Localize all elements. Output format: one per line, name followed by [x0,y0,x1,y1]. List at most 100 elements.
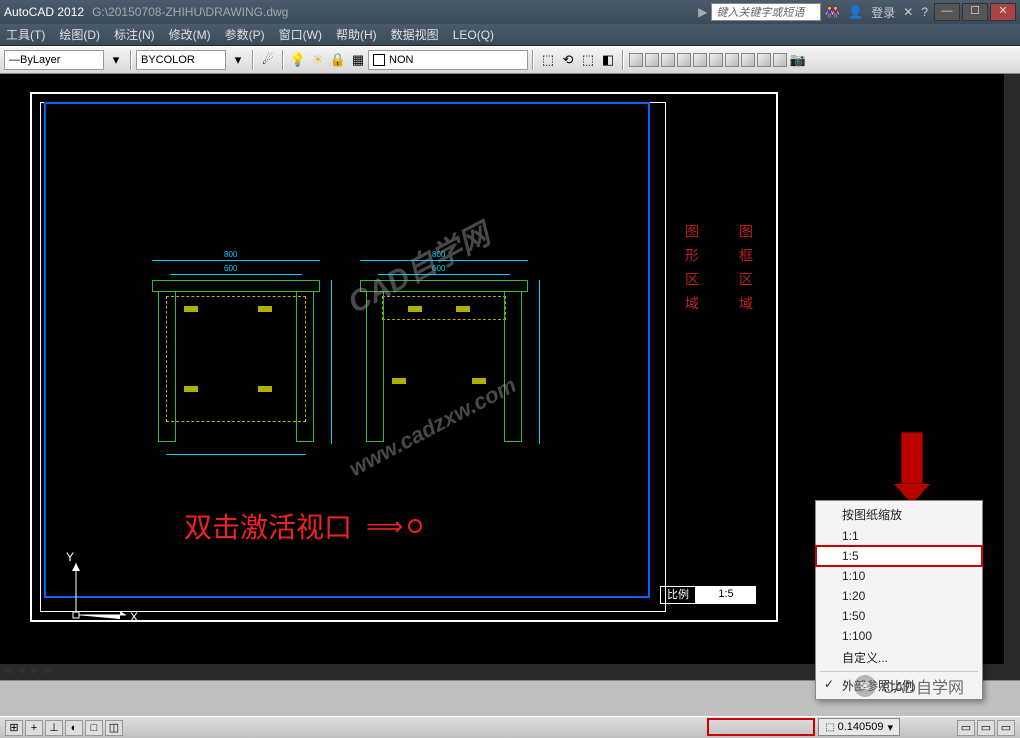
scale-option-1-100[interactable]: 1:100 [816,626,982,646]
menu-leo[interactable]: LEO(Q) [453,28,494,42]
minimize-button[interactable]: — [934,3,960,21]
layer-lock-icon[interactable]: 🔒 [329,51,347,69]
leg-left [366,292,384,442]
exchange-icon[interactable]: ✕ [903,5,913,19]
fixture [184,306,198,312]
dropdown-icon[interactable]: ▾ [107,51,125,69]
status-polar[interactable]: ◐ [65,720,83,736]
fixture [258,306,272,312]
view-cube-4[interactable] [677,53,691,67]
scale-popup-menu: 按图纸缩放 1:1 1:5 1:10 1:20 1:50 1:100 自定义..… [815,500,983,700]
colormode-combo[interactable]: BYCOLOR [136,50,226,70]
menu-dimension[interactable]: 标注(N) [114,26,155,43]
menu-dataview[interactable]: 数据视图 [391,26,439,43]
fixture [456,306,470,312]
search-input[interactable]: 键入关键字或短语 [711,3,821,21]
dim-text: 600 [224,264,237,273]
dim-line [360,260,528,261]
scale-option-1-5[interactable]: 1:5 [816,546,982,566]
scale-value: 1:5 [696,586,756,604]
linetype-combo[interactable]: — ByLayer [4,50,104,70]
close-window-button[interactable]: ✕ [990,3,1016,21]
status-osnap[interactable]: □ [85,720,103,736]
layer-match-icon[interactable]: ◧ [599,51,617,69]
view-cube-8[interactable] [741,53,755,67]
dim-text: 800 [224,250,237,259]
menu-window[interactable]: 窗口(W) [279,26,322,43]
maximize-button[interactable]: ☐ [962,3,988,21]
arrow-icon: ⟹ [366,511,400,542]
status-layouts[interactable]: ▭ [997,720,1015,736]
menu-parametric[interactable]: 参数(P) [225,26,265,43]
menu-bar: 工具(T) 绘图(D) 标注(N) 修改(M) 参数(P) 窗口(W) 帮助(H… [0,24,1020,46]
layer-manager-icon[interactable]: ☄ [259,51,277,69]
dim-line-v [331,280,332,444]
layer-states-icon[interactable]: ⬚ [539,51,557,69]
view-cube-9[interactable] [757,53,771,67]
status-ortho[interactable]: ⊥ [45,720,63,736]
scale-indicator: 比例 1:5 [660,586,756,604]
scale-option-fit[interactable]: 按图纸缩放 [816,503,982,526]
layer-plot-icon[interactable]: ▦ [349,51,367,69]
file-path: G:\20150708-ZHIHU\DRAWING.dwg [92,5,288,19]
camera-icon[interactable]: 📷 [789,51,807,69]
hidden-outline [166,296,306,422]
menu-tools[interactable]: 工具(T) [6,26,45,43]
dim-text: 600 [432,264,445,273]
annotation-arrow [894,432,930,504]
scale-readout[interactable]: 0.140509▾ [818,718,900,736]
status-snap[interactable]: ⊞ [5,720,23,736]
tab-last-icon[interactable]: ▶| [42,663,56,677]
scale-option-1-20[interactable]: 1:20 [816,586,982,606]
help-icon[interactable]: ? [921,5,928,19]
layer-iso-icon[interactable]: ⬚ [579,51,597,69]
login-label[interactable]: 登录 [871,4,895,21]
fixture [408,306,422,312]
label-frame-area: 图框区域 [736,224,756,320]
ucs-icon: X Y [56,545,146,640]
menu-help[interactable]: 帮助(H) [336,26,377,43]
leg-left [158,292,176,442]
view-cube-10[interactable] [773,53,787,67]
tab-prev-icon[interactable]: ◀ [14,663,28,677]
status-model-paper[interactable]: ▭ [957,720,975,736]
fixture [392,378,406,384]
view-cube-2[interactable] [645,53,659,67]
scale-option-1-1[interactable]: 1:1 [816,526,982,546]
drawing-object-left: 800 600 [152,260,320,460]
menu-modify[interactable]: 修改(M) [169,26,211,43]
scale-option-xref[interactable]: 外部参照比例 [816,674,982,697]
dropdown-icon[interactable]: ▾ [229,51,247,69]
tab-next-icon[interactable]: ▶ [28,663,42,677]
status-grid[interactable]: + [25,720,43,736]
view-cube-1[interactable] [629,53,643,67]
fixture [258,386,272,392]
menu-draw[interactable]: 绘图(D) [59,26,100,43]
layer-prev-icon[interactable]: ⟲ [559,51,577,69]
view-cube-7[interactable] [725,53,739,67]
user-icon[interactable]: 👤 [848,5,863,19]
view-cube-6[interactable] [709,53,723,67]
leg-right [504,292,522,442]
status-3dosnap[interactable]: ◫ [105,720,123,736]
axis-y-label: Y [66,550,74,564]
app-name: AutoCAD 2012 [4,5,84,19]
axis-x-label: X [130,610,138,624]
view-cube-5[interactable] [693,53,707,67]
status-quickview[interactable]: ▭ [977,720,995,736]
scale-option-1-50[interactable]: 1:50 [816,606,982,626]
layer-color-swatch [373,54,385,66]
layer-on-icon[interactable]: 💡 [289,51,307,69]
dim-line [378,274,510,275]
scale-label: 比例 [660,586,696,604]
search-arrow-icon: ▶ [698,5,707,19]
layer-combo[interactable]: NON [368,50,528,70]
layer-freeze-icon[interactable]: ☀ [309,51,327,69]
scrollbar-vertical[interactable] [1004,74,1020,680]
view-cube-3[interactable] [661,53,675,67]
leg-right [296,292,314,442]
scale-option-custom[interactable]: 自定义... [816,646,982,669]
scale-option-1-10[interactable]: 1:10 [816,566,982,586]
infocenter-icon[interactable]: 👭 [825,5,840,19]
tab-first-icon[interactable]: |◀ [0,663,14,677]
